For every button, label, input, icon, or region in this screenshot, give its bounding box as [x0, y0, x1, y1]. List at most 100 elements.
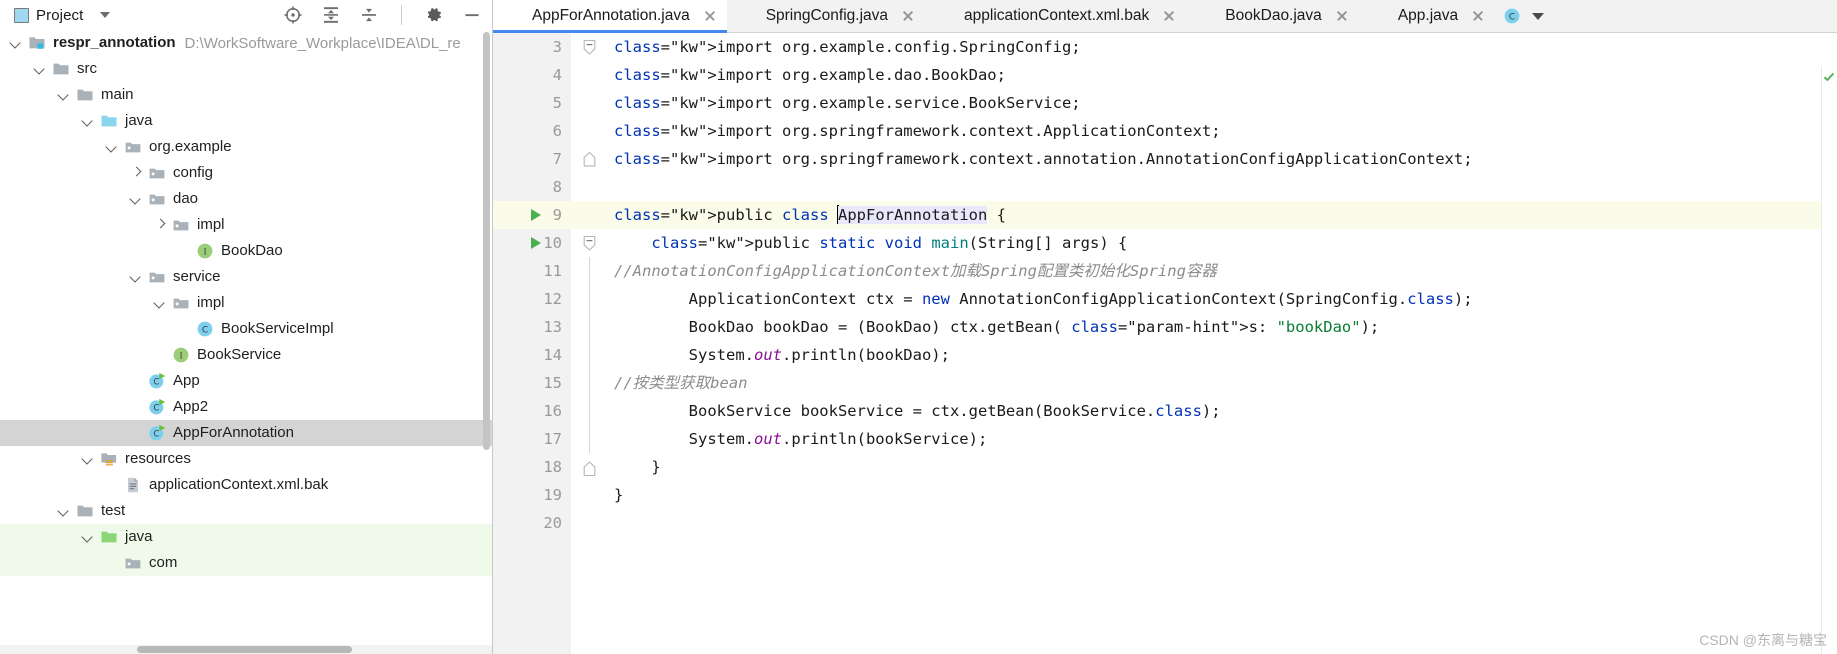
tree-node-service[interactable]: service [0, 264, 492, 290]
editor-body[interactable]: 3 4 5 6 7 8 9 10 11 12 13 14 15 16 17 18 19 20 class="kw"… [493, 33, 1837, 654]
code-line[interactable] [607, 173, 1837, 201]
tree-node-bookservice[interactable]: I BookService [0, 342, 492, 368]
tree-node-java[interactable]: java [0, 108, 492, 134]
run-gutter-icon[interactable] [531, 237, 541, 249]
chevron-down-icon[interactable] [106, 140, 120, 154]
tree-node-org-example[interactable]: org.example [0, 134, 492, 160]
tree-node-impl[interactable]: impl [0, 212, 492, 238]
editor-fold-column[interactable] [571, 33, 607, 654]
folder-package-icon [148, 164, 166, 182]
chevron-down-icon[interactable] [130, 270, 144, 284]
fold-cell[interactable] [571, 229, 607, 257]
fold-cell[interactable] [571, 33, 607, 61]
tree-node-respr-annotation[interactable]: respr_annotation D:\WorkSoftware_Workplac… [0, 30, 492, 56]
chevron-down-icon[interactable] [34, 62, 48, 76]
code-line[interactable]: } [607, 481, 1837, 509]
tree-node-impl[interactable]: impl [0, 290, 492, 316]
chevron-down-icon[interactable] [58, 88, 72, 102]
code-line[interactable]: class="kw">public class AppForAnnotation… [607, 201, 1837, 229]
project-window-icon [14, 7, 29, 23]
close-icon[interactable] [1471, 9, 1485, 23]
collapse-all-icon[interactable] [359, 5, 379, 25]
editor-tab-applicationcontext-xml-bak[interactable]: applicationContext.xml.bak [925, 0, 1187, 32]
scrollbar-thumb[interactable] [483, 32, 490, 450]
tree-node-dao[interactable]: dao [0, 186, 492, 212]
line-number: 5 [552, 94, 562, 112]
code-line[interactable]: //按类型获取bean [607, 369, 1837, 397]
code-line[interactable]: System.out.println(bookDao); [607, 341, 1837, 369]
fold-cell [571, 61, 607, 89]
tree-node-src[interactable]: src [0, 56, 492, 82]
code-line[interactable] [607, 509, 1837, 537]
tree-vertical-scrollbar[interactable] [483, 30, 491, 480]
tree-horizontal-scrollbar[interactable] [0, 645, 492, 654]
minimize-icon[interactable] [462, 5, 482, 25]
tree-node-bookdao[interactable]: I BookDao [0, 238, 492, 264]
tree-node-bookserviceimpl[interactable]: C BookServiceImpl [0, 316, 492, 342]
chevron-down-icon[interactable] [58, 504, 72, 518]
code-line[interactable]: System.out.println(bookService); [607, 425, 1837, 453]
run-gutter-icon[interactable] [531, 209, 541, 221]
svg-text:I: I [203, 247, 206, 257]
tree-node-path: D:\WorkSoftware_Workplace\IDEA\DL_re [184, 34, 461, 52]
code-line[interactable]: class="kw">public static void main(Strin… [607, 229, 1837, 257]
chevron-right-icon[interactable] [154, 218, 168, 232]
tree-node-appforannotation[interactable]: C AppForAnnotation [0, 420, 492, 446]
gear-icon[interactable] [424, 5, 444, 25]
tree-node-main[interactable]: main [0, 82, 492, 108]
project-tree[interactable]: respr_annotation D:\WorkSoftware_Workplac… [0, 30, 492, 654]
chevron-down-icon[interactable] [1532, 12, 1545, 20]
chevron-right-icon[interactable] [130, 166, 144, 180]
tree-node-resources[interactable]: resources [0, 446, 492, 472]
fold-cell [571, 397, 607, 425]
editor-code-area[interactable]: class="kw">import org.example.config.Spr… [607, 33, 1837, 654]
tree-node-test[interactable]: test [0, 498, 492, 524]
folder-test-green-icon [100, 528, 118, 546]
editor-tab-app-java[interactable]: App.java [1358, 0, 1496, 32]
project-title-group[interactable]: Project [14, 7, 111, 24]
editor-tab-bookdao-java[interactable]: BookDao.java [1186, 0, 1359, 32]
fold-cell [571, 173, 607, 201]
chevron-down-icon[interactable] [10, 36, 24, 50]
tree-node-app2[interactable]: C App2 [0, 394, 492, 420]
editor-tab-appforannotation-java[interactable]: AppForAnnotation.java [493, 0, 727, 33]
code-line[interactable]: BookDao bookDao = (BookDao) ctx.getBean(… [607, 313, 1837, 341]
locate-target-icon[interactable] [283, 5, 303, 25]
tree-node-applicationcontext-xml-bak[interactable]: applicationContext.xml.bak [0, 472, 492, 498]
fold-cell[interactable] [571, 453, 607, 481]
inspection-strip[interactable] [1821, 66, 1837, 654]
chevron-down-icon[interactable] [100, 12, 111, 18]
code-line[interactable]: } [607, 453, 1837, 481]
svg-text:C: C [1509, 13, 1515, 23]
code-line[interactable]: class="kw">import org.example.config.Spr… [607, 33, 1837, 61]
code-line[interactable]: class="kw">import org.springframework.co… [607, 117, 1837, 145]
close-icon[interactable] [703, 9, 717, 23]
tree-node-java[interactable]: java [0, 524, 492, 550]
tree-node-config[interactable]: config [0, 160, 492, 186]
tree-node-com[interactable]: com [0, 550, 492, 576]
code-line[interactable]: //AnnotationConfigApplicationContext加载Sp… [607, 257, 1837, 285]
code-line[interactable]: ApplicationContext ctx = new AnnotationC… [607, 285, 1837, 313]
code-line[interactable]: class="kw">import org.springframework.co… [607, 145, 1837, 173]
editor-gutter[interactable]: 3 4 5 6 7 8 9 10 11 12 13 14 15 16 17 18 19 20 [493, 33, 571, 654]
editor-tab-springconfig-java[interactable]: SpringConfig.java [726, 0, 926, 32]
fold-cell[interactable] [571, 145, 607, 173]
close-icon[interactable] [901, 9, 915, 23]
code-line[interactable]: class="kw">import org.example.dao.BookDa… [607, 61, 1837, 89]
tab-overflow-group[interactable]: C [1495, 0, 1558, 32]
chevron-down-icon[interactable] [130, 192, 144, 206]
chevron-down-icon[interactable] [154, 296, 168, 310]
chevron-down-icon[interactable] [82, 530, 96, 544]
expand-all-icon[interactable] [321, 5, 341, 25]
chevron-down-icon[interactable] [82, 452, 96, 466]
scrollbar-thumb[interactable] [137, 646, 352, 653]
chevron-down-icon[interactable] [82, 114, 96, 128]
tree-node-app[interactable]: C App [0, 368, 492, 394]
close-icon[interactable] [1162, 9, 1176, 23]
code-line[interactable]: BookService bookService = ctx.getBean(Bo… [607, 397, 1837, 425]
code-line[interactable]: class="kw">import org.example.service.Bo… [607, 89, 1837, 117]
close-icon[interactable] [1335, 9, 1349, 23]
